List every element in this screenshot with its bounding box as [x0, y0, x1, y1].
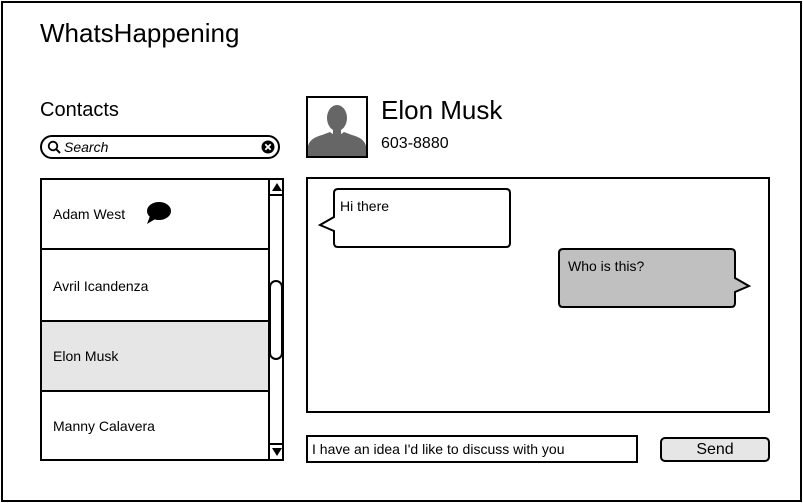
arrow-up-icon	[272, 183, 282, 191]
contact-search	[40, 135, 280, 159]
chat-bubble-icon	[147, 202, 171, 224]
avatar	[306, 96, 368, 158]
contact-label: Manny Calavera	[53, 418, 155, 434]
contact-label: Elon Musk	[53, 348, 119, 364]
contact-list-item[interactable]: Avril Icandenza	[42, 252, 268, 322]
contact-list-item-selected[interactable]: Elon Musk	[42, 322, 268, 392]
contact-list-item[interactable]: Manny Calavera	[42, 392, 268, 459]
app-title: WhatsHappening	[40, 18, 240, 48]
person-silhouette-icon	[308, 105, 366, 156]
contact-label: Adam West	[53, 206, 126, 222]
message-input[interactable]	[306, 435, 638, 463]
incoming-message-text: Hi there	[340, 198, 390, 214]
scroll-down-button[interactable]	[270, 443, 282, 459]
arrow-down-icon	[272, 448, 282, 456]
contact-name: Elon Musk	[381, 95, 503, 125]
contacts-heading: Contacts	[40, 99, 119, 121]
outgoing-message-text: Who is this?	[568, 258, 645, 274]
clear-search-icon[interactable]	[261, 140, 275, 154]
search-input[interactable]	[64, 138, 250, 156]
contact-list: Adam West Avril Icandenza Elon Musk Mann…	[40, 178, 284, 461]
contact-label: Avril Icandenza	[53, 278, 149, 294]
scroll-up-button[interactable]	[270, 180, 282, 196]
contact-list-scrollbar[interactable]	[268, 180, 282, 459]
scroll-thumb[interactable]	[269, 280, 282, 360]
send-button[interactable]: Send	[660, 437, 770, 462]
contact-list-item[interactable]: Adam West	[42, 180, 268, 250]
contact-phone: 603-8880	[381, 135, 449, 152]
conversation-panel: Hi there Who is this?	[306, 177, 770, 413]
search-icon	[47, 140, 61, 154]
